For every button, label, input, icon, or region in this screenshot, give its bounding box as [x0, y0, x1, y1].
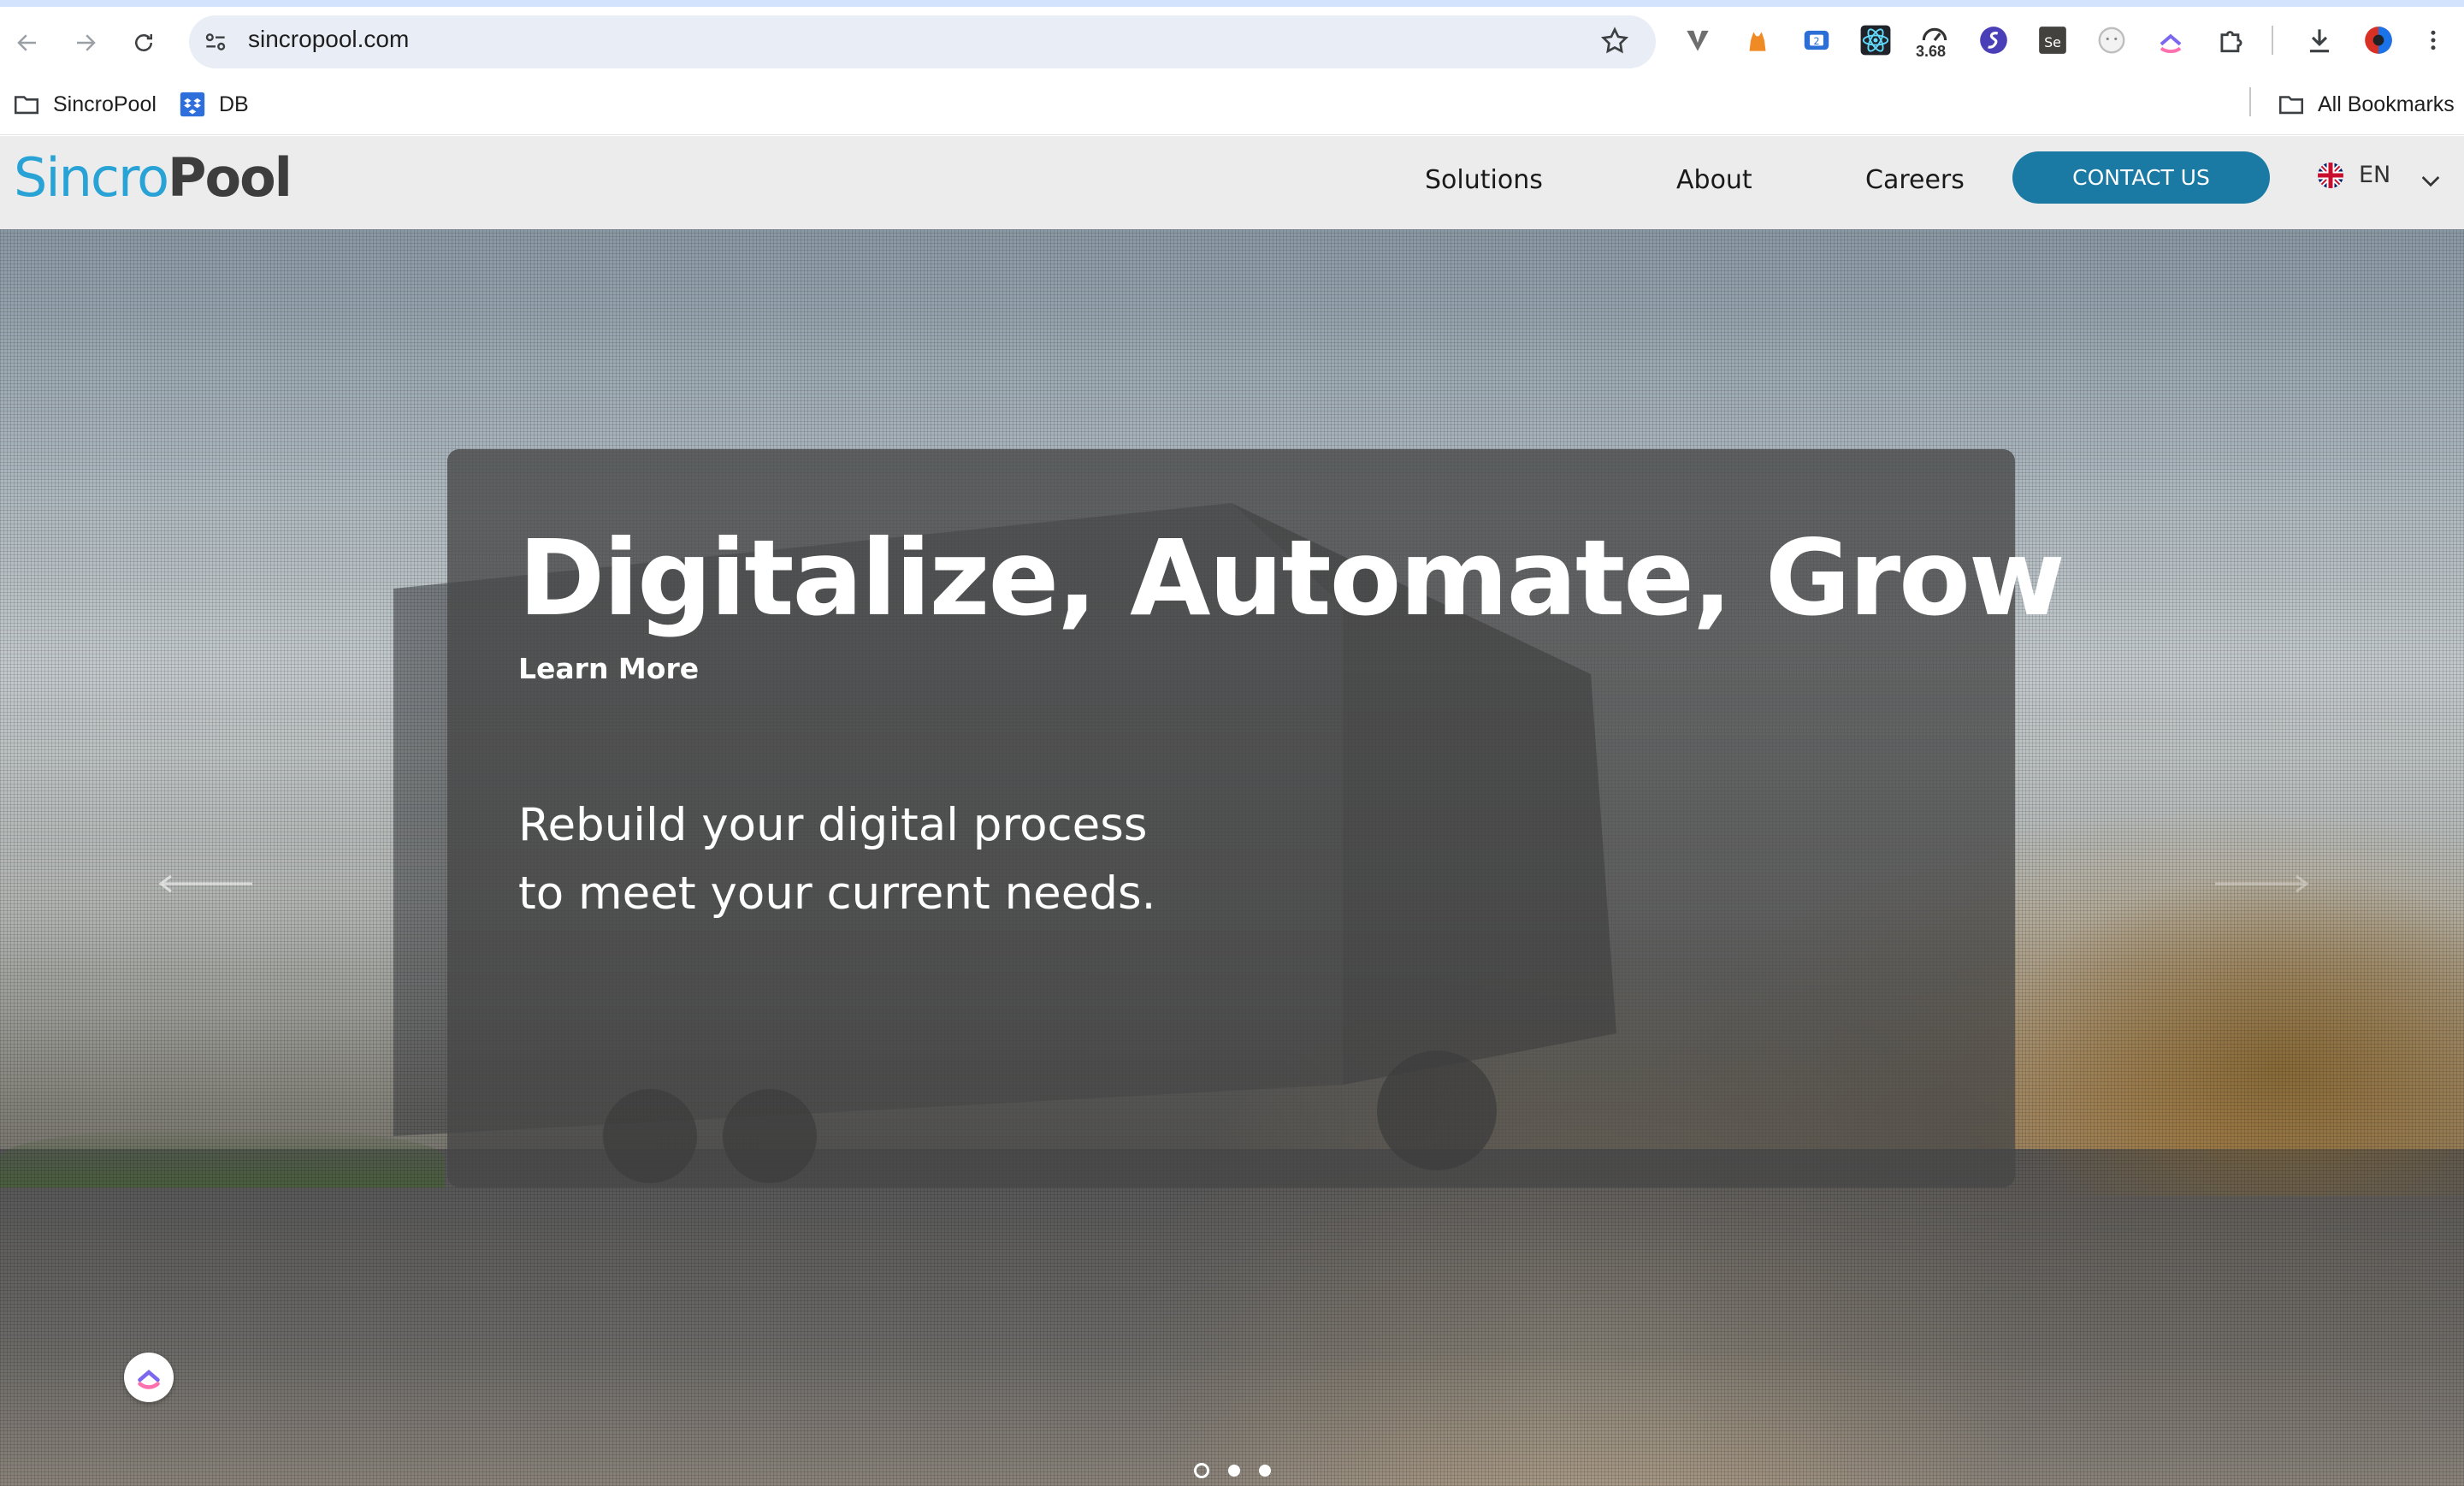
svg-text:2: 2	[1813, 36, 1819, 47]
arrow-right-icon[interactable]	[2211, 871, 2313, 897]
clickup-widget-button[interactable]	[124, 1353, 174, 1402]
forward-button[interactable]	[68, 26, 103, 60]
menu-kebab-icon	[2431, 30, 2436, 50]
arrow-left-icon[interactable]	[154, 871, 257, 897]
nav-solutions[interactable]: Solutions	[1425, 165, 1543, 195]
slide-dot-3[interactable]	[1259, 1465, 1271, 1477]
slider-pagination	[1194, 1463, 1271, 1478]
nav-careers[interactable]: Careers	[1865, 165, 1965, 195]
react-devtools-icon	[1860, 25, 1891, 56]
extension-tab-icon: 2	[1804, 30, 1829, 50]
hero-subtitle-line: Rebuild your digital process	[518, 799, 1148, 851]
chevron-down-icon[interactable]	[2417, 167, 2444, 194]
hero-title: Digitalize, Automate, Grow	[518, 518, 2065, 639]
browser-menu-button[interactable]	[2420, 24, 2446, 56]
react-devtools-button[interactable]	[1859, 24, 1892, 56]
extension-cat-button[interactable]	[1741, 24, 1774, 56]
sincropool-logo[interactable]: SincroPool	[14, 146, 292, 209]
bookmark-star-icon[interactable]	[1599, 26, 1630, 56]
bookmark-db[interactable]: DB	[178, 87, 249, 121]
clickup-extension-icon	[2160, 33, 2182, 54]
clickup-extension-button[interactable]	[2154, 24, 2187, 56]
back-button[interactable]	[10, 26, 44, 60]
language-label: EN	[2359, 162, 2391, 188]
all-bookmarks-button[interactable]: All Bookmarks	[2277, 87, 2455, 121]
all-bookmarks-label: All Bookmarks	[2318, 92, 2455, 116]
extension-cat-icon	[1749, 32, 1766, 51]
back-icon	[17, 34, 36, 51]
hero-slider: Digitalize, Automate, Grow Learn More Re…	[0, 229, 2464, 1486]
uk-flag-icon	[2318, 162, 2343, 188]
reload-icon	[135, 34, 152, 51]
extension-badge: 3.68	[1916, 43, 1947, 60]
logo-text-pool: Pool	[168, 146, 292, 209]
hero-subtitle: Rebuild your digital process to meet you…	[518, 791, 1156, 928]
extension-s-button[interactable]	[1977, 24, 2010, 56]
extension-face-icon	[2098, 27, 2125, 54]
extensions-button[interactable]	[2215, 24, 2248, 56]
extension-tab-button[interactable]: 2	[1800, 24, 1833, 56]
extension-face-button[interactable]	[2095, 24, 2128, 56]
slide-dot-1[interactable]	[1194, 1463, 1209, 1478]
hero-subtitle-line: to meet your current needs.	[518, 867, 1156, 920]
reload-button[interactable]	[127, 26, 161, 60]
site-info-icon[interactable]	[202, 28, 229, 56]
language-selector[interactable]: EN	[2318, 162, 2390, 188]
downloads-button[interactable]	[2303, 24, 2336, 56]
svg-text:Se: Se	[2044, 34, 2061, 50]
hero-card: Digitalize, Automate, Grow Learn More Re…	[447, 449, 2065, 1187]
bookmark-sincropool[interactable]: SincroPool	[12, 87, 157, 121]
profile-button[interactable]	[2362, 24, 2395, 56]
selenium-button[interactable]: Se	[2036, 24, 2069, 56]
folder-icon	[2278, 96, 2304, 115]
extensions-puzzle-icon	[2220, 31, 2242, 53]
contact-us-button[interactable]: CONTACT US	[2012, 151, 2270, 204]
clickup-logo-icon	[138, 1370, 160, 1389]
site-header: SincroPool Solutions About Careers CONTA…	[0, 136, 2464, 229]
browser-tab-strip-edge	[0, 0, 2464, 7]
bookmarks-bar: SincroPool DB All Bookmarks	[0, 75, 2464, 135]
download-icon	[2309, 29, 2330, 53]
bookmarks-separator	[2249, 87, 2251, 116]
extension-v-button[interactable]	[1681, 24, 1714, 56]
bookmark-label: SincroPool	[53, 92, 157, 116]
profile-icon	[2365, 27, 2392, 54]
extension-v-icon	[1687, 30, 1709, 51]
folder-icon	[14, 96, 39, 115]
forward-icon	[77, 34, 96, 51]
bookmark-label: DB	[219, 92, 249, 116]
nav-about[interactable]: About	[1676, 165, 1752, 195]
extension-s-icon	[1980, 27, 2007, 54]
learn-more-link[interactable]: Learn More	[518, 652, 699, 685]
logo-text-sincro: Sincro	[14, 146, 169, 209]
toolbar-separator	[2272, 26, 2273, 55]
dropbox-icon	[180, 92, 205, 117]
slide-dot-2[interactable]	[1228, 1465, 1240, 1477]
selenium-icon: Se	[2039, 27, 2066, 54]
url-text[interactable]: sincropool.com	[248, 26, 409, 53]
